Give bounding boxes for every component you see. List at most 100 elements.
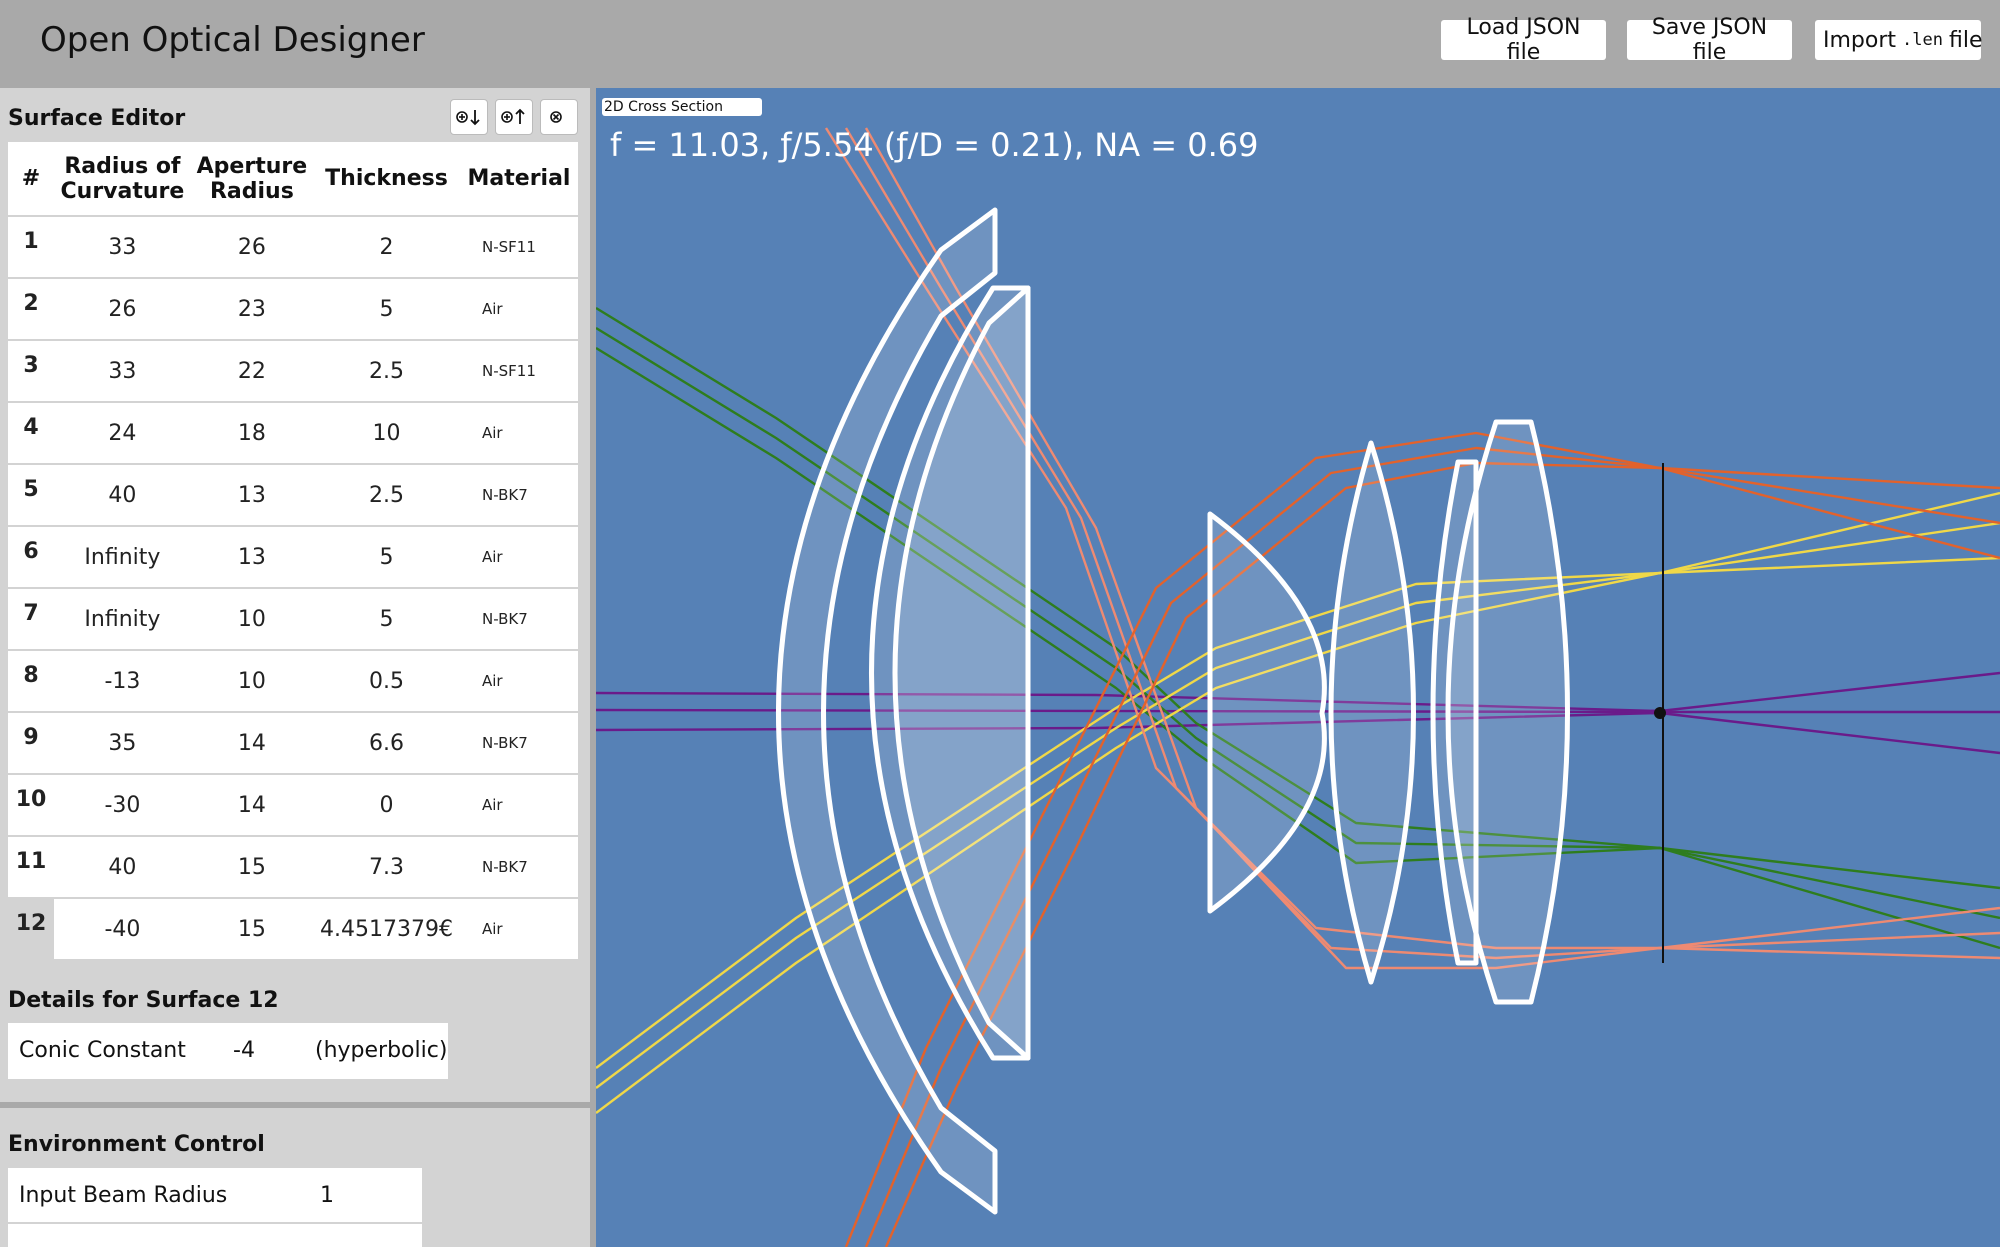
radius-cell[interactable]: 33: [54, 340, 191, 403]
material-cell[interactable]: Air: [460, 526, 578, 589]
row-number: 1: [8, 216, 54, 279]
insert-below-icon: [456, 110, 480, 126]
surface-table-header: # Radius of Curvature Aperture Radius Th…: [8, 142, 578, 217]
thickness-cell[interactable]: 2.5: [312, 464, 460, 527]
aperture-cell[interactable]: 22: [190, 340, 313, 403]
radius-cell[interactable]: Infinity: [54, 588, 191, 651]
aperture-cell[interactable]: 14: [190, 774, 313, 837]
row-number: 10: [8, 774, 54, 837]
table-row[interactable]: 1 33 26 2 N-SF11: [8, 216, 578, 279]
thickness-cell[interactable]: 5: [312, 278, 460, 341]
thickness-cell[interactable]: 4.4517379€: [312, 898, 460, 961]
material-cell[interactable]: N-SF11: [460, 340, 578, 403]
col-thickness: Thickness: [312, 142, 460, 217]
row-number: 8: [8, 650, 54, 713]
aperture-cell[interactable]: 10: [190, 650, 313, 713]
aperture-cell[interactable]: 18: [190, 402, 313, 465]
table-row[interactable]: 6 Infinity 13 5 Air: [8, 526, 578, 589]
row-number: 11: [8, 836, 54, 899]
thickness-cell[interactable]: 5: [312, 526, 460, 589]
table-row[interactable]: 4 24 18 10 Air: [8, 402, 578, 465]
radius-cell[interactable]: 33: [54, 216, 191, 279]
environment-title: Environment Control: [8, 1132, 265, 1157]
import-label-suffix: file: [1948, 27, 1983, 53]
env-value[interactable]: 1: [320, 1183, 334, 1208]
radius-cell[interactable]: -40: [54, 898, 191, 961]
lens-element: [1207, 511, 1327, 914]
thickness-cell[interactable]: 10: [312, 402, 460, 465]
radius-cell[interactable]: Infinity: [54, 526, 191, 589]
optical-layout: [596, 127, 2000, 1247]
table-row[interactable]: 12 -40 15 4.4517379€ Air: [8, 898, 578, 961]
table-row[interactable]: 3 33 22 2.5 N-SF11: [8, 340, 578, 403]
table-row[interactable]: 8 -13 10 0.5 Air: [8, 650, 578, 713]
aperture-cell[interactable]: 15: [190, 836, 313, 899]
thickness-cell[interactable]: 0.5: [312, 650, 460, 713]
aperture-cell[interactable]: 23: [190, 278, 313, 341]
save-json-button[interactable]: Save JSON file: [1627, 15, 1792, 65]
thickness-cell[interactable]: 0: [312, 774, 460, 837]
material-cell[interactable]: Air: [460, 774, 578, 837]
delete-surface-icon: [550, 111, 562, 123]
cross-section-tab[interactable]: 2D Cross Section: [602, 98, 762, 116]
col-ap-line2: Radius: [209, 178, 294, 204]
aperture-cell[interactable]: 13: [190, 464, 313, 527]
system-readout: f = 11.03, ƒ/5.54 (ƒ/D = 0.21), NA = 0.6…: [610, 126, 1259, 164]
aperture-cell[interactable]: 26: [190, 216, 313, 279]
thickness-cell[interactable]: 2.5: [312, 340, 460, 403]
col-ap-line1: Aperture: [196, 153, 308, 179]
thickness-cell[interactable]: 7.3: [312, 836, 460, 899]
material-cell[interactable]: N-BK7: [460, 464, 578, 527]
aperture-cell[interactable]: 10: [190, 588, 313, 651]
aperture-cell[interactable]: 13: [190, 526, 313, 589]
table-row[interactable]: 10 -30 14 0 Air: [8, 774, 578, 837]
thickness-cell[interactable]: 2: [312, 216, 460, 279]
material-cell[interactable]: Air: [460, 402, 578, 465]
import-label-ext: .len: [1902, 30, 1943, 50]
cross-section-canvas[interactable]: 2D Cross Section f = 11.03, ƒ/5.54 (ƒ/D …: [596, 88, 2000, 1247]
table-row[interactable]: 9 35 14 6.6 N-BK7: [8, 712, 578, 775]
env-row-input-beam-radius: Input Beam Radius 1: [8, 1168, 422, 1224]
thickness-cell[interactable]: 6.6: [312, 712, 460, 775]
lens-element: [1328, 440, 1416, 985]
radius-cell[interactable]: 40: [54, 464, 191, 527]
thickness-cell[interactable]: 5: [312, 588, 460, 651]
lens-element: [892, 285, 1031, 1061]
surface-table: # Radius of Curvature Aperture Radius Th…: [8, 142, 578, 961]
insert-below-button[interactable]: [450, 99, 488, 135]
load-json-button[interactable]: Load JSON file: [1441, 15, 1606, 65]
radius-cell[interactable]: 40: [54, 836, 191, 899]
ray-path: [864, 446, 2000, 1247]
radius-cell[interactable]: 35: [54, 712, 191, 775]
focal-point: [1654, 707, 1666, 719]
conic-constant-row: Conic Constant -4 (hyperbolic): [8, 1023, 448, 1079]
row-number: 12: [8, 898, 54, 961]
aperture-cell[interactable]: 15: [190, 898, 313, 961]
radius-cell[interactable]: -13: [54, 650, 191, 713]
table-row[interactable]: 5 40 13 2.5 N-BK7: [8, 464, 578, 527]
insert-above-button[interactable]: [495, 99, 533, 135]
radius-cell[interactable]: 26: [54, 278, 191, 341]
material-cell[interactable]: N-BK7: [460, 588, 578, 651]
material-cell[interactable]: N-BK7: [460, 836, 578, 899]
details-title: Details for Surface 12: [8, 988, 279, 1013]
material-cell[interactable]: Air: [460, 278, 578, 341]
table-row[interactable]: 7 Infinity 10 5 N-BK7: [8, 588, 578, 651]
top-bar: Open Optical Designer Load JSON file Sav…: [0, 0, 2000, 88]
aperture-cell[interactable]: 14: [190, 712, 313, 775]
radius-cell[interactable]: 24: [54, 402, 191, 465]
sidebar: Surface Editor # Radius of Curvature Ape…: [0, 88, 590, 1247]
import-len-button[interactable]: Import .len file: [1815, 20, 1983, 60]
delete-surface-button[interactable]: [540, 99, 578, 135]
radius-cell[interactable]: -30: [54, 774, 191, 837]
material-cell[interactable]: N-SF11: [460, 216, 578, 279]
material-cell[interactable]: Air: [460, 898, 578, 961]
table-row[interactable]: 11 40 15 7.3 N-BK7: [8, 836, 578, 899]
row-number: 6: [8, 526, 54, 589]
import-label-prefix: Import: [1823, 27, 1897, 53]
material-cell[interactable]: N-BK7: [460, 712, 578, 775]
table-row[interactable]: 2 26 23 5 Air: [8, 278, 578, 341]
material-cell[interactable]: Air: [460, 650, 578, 713]
conic-constant-value[interactable]: -4: [233, 1038, 255, 1063]
sidebar-divider[interactable]: [0, 1102, 590, 1108]
